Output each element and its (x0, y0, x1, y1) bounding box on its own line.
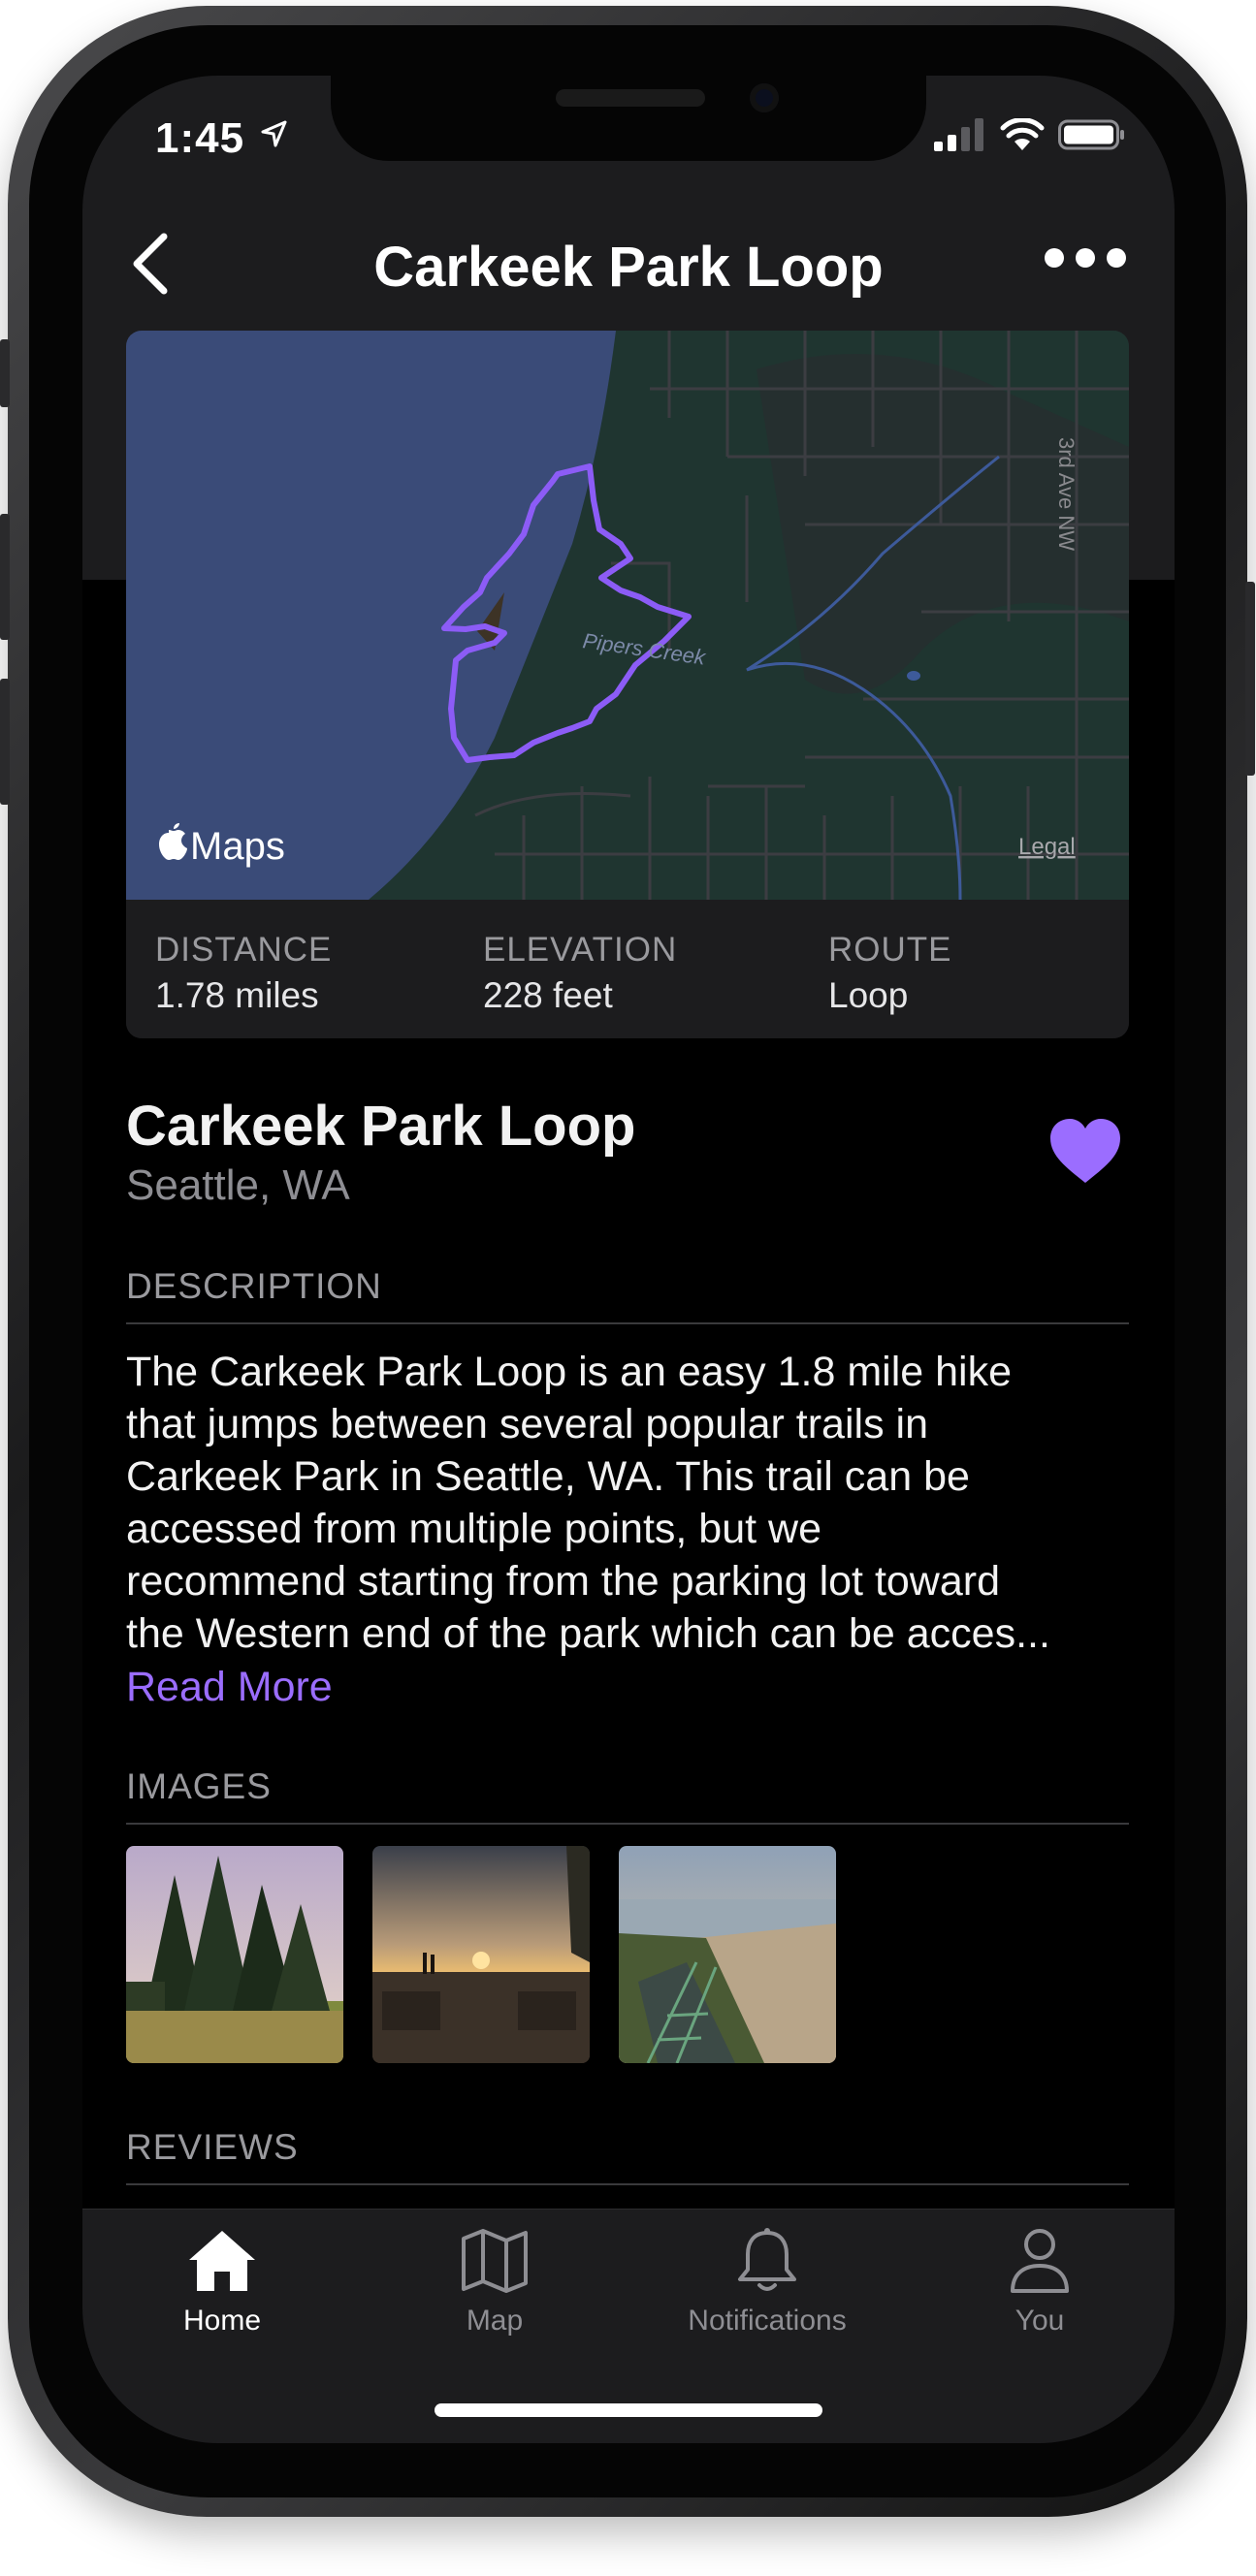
person-icon (1011, 2229, 1069, 2293)
stat-route: ROUTE Loop (828, 931, 952, 1016)
description-text: The Carkeek Park Loop is an easy 1.8 mil… (126, 1346, 1135, 1660)
tab-label: Notifications (688, 2305, 847, 2337)
tab-bar: Home Map Notifications You (82, 2209, 1175, 2443)
tab-you[interactable]: You (933, 2227, 1146, 2337)
bell-icon (738, 2228, 796, 2291)
trail-name: Carkeek Park Loop (126, 1095, 636, 1158)
reviews-heading: REVIEWS (126, 2127, 1129, 2185)
description-line: accessed from multiple points, but we (126, 1506, 821, 1552)
tab-label: You (1014, 2305, 1065, 2337)
stat-distance: DISTANCE 1.78 miles (155, 931, 332, 1016)
trail-map[interactable]: Pipers Creek 3rd Ave NW Maps Legal (126, 331, 1129, 901)
favorite-button[interactable] (1047, 1113, 1124, 1191)
legal-link[interactable]: Legal (1018, 834, 1076, 860)
status-time: 1:45 (155, 114, 245, 162)
image-gallery (126, 1846, 836, 2063)
tab-label: Home (182, 2305, 262, 2337)
stat-value: 228 feet (483, 975, 613, 1015)
wifi-icon (1000, 118, 1045, 150)
trail-location: Seattle, WA (126, 1161, 350, 1209)
images-heading: IMAGES (126, 1766, 1129, 1825)
ellipsis-dot (1076, 248, 1095, 268)
more-options-button[interactable] (1045, 248, 1126, 268)
trail-image-thumbnail[interactable] (372, 1846, 590, 2063)
description-line: Carkeek Park in Seattle, WA. This trail … (126, 1453, 970, 1500)
stat-value: Loop (828, 975, 909, 1015)
heart-icon (1050, 1119, 1120, 1183)
screen: 1:45 Carkeek Park Loop Pipers Creek 3rd … (82, 76, 1175, 2443)
description-line: that jumps between several popular trail… (126, 1401, 928, 1447)
stat-label: ROUTE (828, 931, 952, 969)
tab-notifications[interactable]: Notifications (660, 2227, 874, 2337)
trail-stats: DISTANCE 1.78 miles ELEVATION 228 feet R… (126, 900, 1129, 1038)
volume-down-button (0, 679, 10, 805)
forest-photo (126, 1846, 343, 2063)
speaker-grille (556, 89, 705, 107)
cellular-signal-icon (934, 118, 983, 151)
description-line: recommend starting from the parking lot … (126, 1558, 1001, 1605)
map-icon (462, 2229, 528, 2293)
stat-value: 1.78 miles (155, 975, 319, 1015)
sunset-photo (372, 1846, 590, 2063)
status-indicators (934, 118, 1126, 151)
home-indicator[interactable] (435, 2403, 822, 2417)
power-button (1245, 582, 1255, 776)
street-label: 3rd Ave NW (1054, 437, 1079, 551)
battery-icon (1058, 119, 1124, 150)
stat-elevation: ELEVATION 228 feet (483, 931, 677, 1016)
read-more-link[interactable]: Read More (126, 1664, 333, 1711)
ellipsis-icon (1045, 248, 1064, 268)
front-camera (750, 83, 779, 112)
device-notch (331, 76, 926, 161)
location-arrow-icon (261, 120, 287, 147)
description-heading: DESCRIPTION (126, 1266, 1129, 1324)
trail-image-thumbnail[interactable] (619, 1846, 836, 2063)
house-icon (189, 2231, 255, 2291)
map-canvas: Pipers Creek 3rd Ave NW Maps Legal (126, 331, 1129, 901)
beach-stairs-photo (619, 1846, 836, 2063)
tab-map[interactable]: Map (388, 2227, 601, 2337)
stat-label: ELEVATION (483, 931, 678, 969)
description-line: the Western end of the park which can be… (126, 1610, 1050, 1657)
description-line: The Carkeek Park Loop is an easy 1.8 mil… (126, 1349, 1013, 1395)
volume-up-button (0, 514, 10, 640)
mute-switch (0, 339, 10, 407)
map-card: Pipers Creek 3rd Ave NW Maps Legal DISTA… (126, 331, 1129, 1038)
ellipsis-dot (1107, 248, 1126, 268)
tab-label: Map (466, 2305, 524, 2337)
page-title: Carkeek Park Loop (373, 236, 884, 299)
tab-home[interactable]: Home (115, 2227, 329, 2337)
maps-brand-label: Maps (190, 825, 285, 868)
trail-image-thumbnail[interactable] (126, 1846, 343, 2063)
navigation-bar: Carkeek Park Loop (82, 221, 1175, 308)
stat-label: DISTANCE (155, 931, 333, 969)
